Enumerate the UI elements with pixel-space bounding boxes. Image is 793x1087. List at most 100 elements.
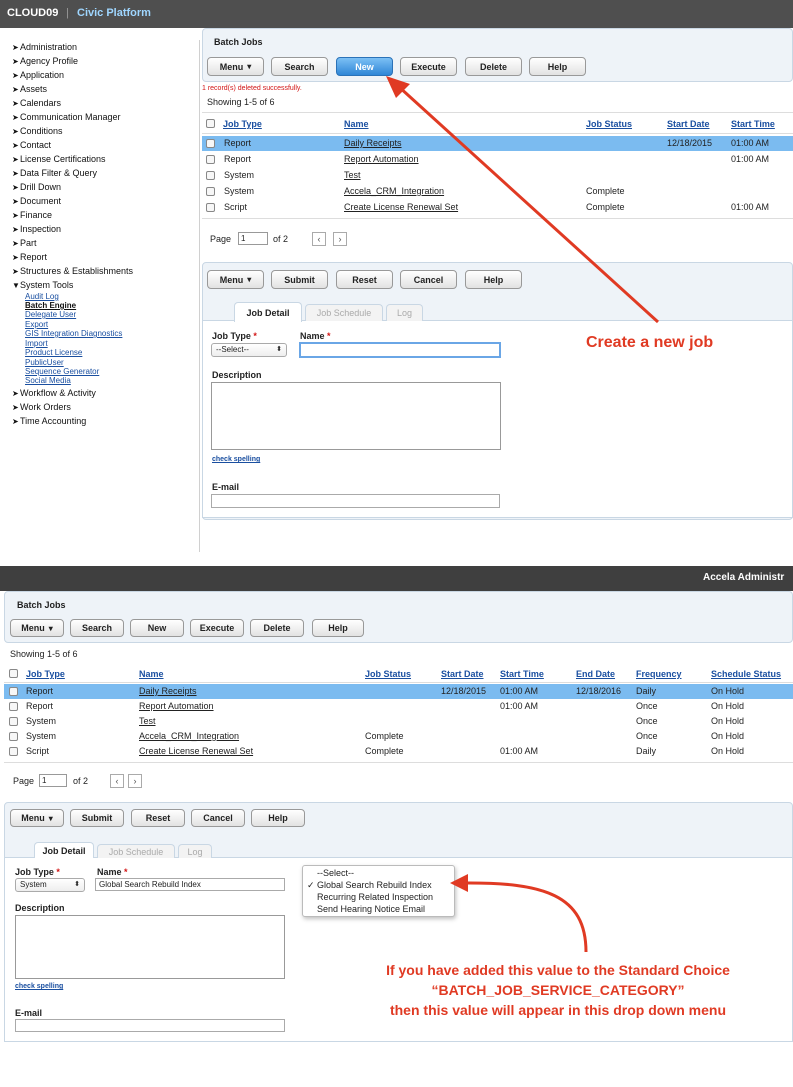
sidebar-item-work-orders[interactable]: ➤Work Orders [12,402,71,412]
sidebar-item-report[interactable]: ➤Report [12,252,47,262]
dropdown-option[interactable]: --Select-- [317,868,354,878]
row-checkbox[interactable] [9,687,18,696]
row-checkbox[interactable] [9,702,18,711]
sidebar-sub-batch-engine[interactable]: Batch Engine [25,301,76,310]
tab-job-schedule[interactable]: Job Schedule [305,304,383,321]
select-all-checkbox[interactable] [206,119,215,128]
execute-button[interactable]: Execute [190,619,244,637]
col-header-name[interactable]: Name [139,669,164,679]
dropdown-option[interactable]: Recurring Related Inspection [317,892,433,902]
select-all-checkbox[interactable] [9,669,18,678]
col-header-start-date[interactable]: Start Date [667,119,710,129]
sidebar-item-communication-manager[interactable]: ➤Communication Manager [12,112,121,122]
cell-name-link[interactable]: Daily Receipts [139,686,197,696]
col-header-job-type[interactable]: Job Type [26,669,65,679]
col-header-end-date[interactable]: End Date [576,669,615,679]
sidebar-item-finance[interactable]: ➤Finance [12,210,52,220]
dropdown-option-selected[interactable]: Global Search Rebuild Index [317,880,432,890]
row-checkbox[interactable] [9,732,18,741]
check-spelling-link[interactable]: check spelling [15,983,63,990]
search-button[interactable]: Search [70,619,124,637]
cancel-button[interactable]: Cancel [191,809,245,827]
row-checkbox[interactable] [9,747,18,756]
page-input[interactable]: 1 [39,774,67,787]
sidebar-sub-gis-diagnostics[interactable]: GIS Integration Diagnostics [25,329,122,338]
col-header-start-time[interactable]: Start Time [500,669,544,679]
description-textarea[interactable] [211,382,501,450]
sidebar-item-structures[interactable]: ➤Structures & Establishments [12,266,133,276]
row-checkbox[interactable] [206,155,215,164]
sidebar-item-agency-profile[interactable]: ➤Agency Profile [12,56,78,66]
sidebar-item-contact[interactable]: ➤Contact [12,140,51,150]
sidebar-item-inspection[interactable]: ➤Inspection [12,224,61,234]
check-spelling-link[interactable]: check spelling [212,456,260,463]
sidebar-item-application[interactable]: ➤Application [12,70,64,80]
help-button[interactable]: Help [251,809,305,827]
sidebar-sub-publicuser[interactable]: PublicUser [25,358,64,367]
page-input[interactable]: 1 [238,232,268,245]
col-header-job-status[interactable]: Job Status [365,669,411,679]
next-page-icon[interactable]: › [333,232,347,246]
sidebar-item-workflow[interactable]: ➤Workflow & Activity [12,388,96,398]
cell-name-link[interactable]: Create License Renewal Set [139,746,253,756]
tab-job-schedule[interactable]: Job Schedule [97,844,175,858]
table-row[interactable] [4,684,793,699]
tab-log[interactable]: Log [178,844,212,858]
sidebar-item-administration[interactable]: ➤Administration [12,42,77,52]
col-header-start-time[interactable]: Start Time [731,119,775,129]
delete-button[interactable]: Delete [250,619,304,637]
sidebar-item-calendars[interactable]: ➤Calendars [12,98,61,108]
sidebar-item-assets[interactable]: ➤Assets [12,84,47,94]
prev-page-icon[interactable]: ‹ [110,774,124,788]
col-header-frequency[interactable]: Frequency [636,669,682,679]
row-checkbox[interactable] [206,139,215,148]
email-field[interactable] [15,1019,285,1032]
row-checkbox[interactable] [206,187,215,196]
new-button[interactable]: New [130,619,184,637]
email-field[interactable] [211,494,500,508]
sidebar-sub-delegate-user[interactable]: Delegate User [25,310,76,319]
sidebar-item-document[interactable]: ➤Document [12,196,61,206]
prev-page-icon[interactable]: ‹ [312,232,326,246]
sidebar-item-drill-down[interactable]: ➤Drill Down [12,182,61,192]
menu-button[interactable]: Menu ▾ [10,619,64,637]
sidebar-sub-audit-log[interactable]: Audit Log [25,292,59,301]
cell-name-link[interactable]: Test [344,170,361,180]
row-checkbox[interactable] [9,717,18,726]
dropdown-option[interactable]: Send Hearing Notice Email [317,904,425,914]
col-header-start-date[interactable]: Start Date [441,669,484,679]
submit-button[interactable]: Submit [271,270,328,289]
submit-button[interactable]: Submit [70,809,124,827]
sidebar-item-system-tools[interactable]: ▼System Tools [12,280,73,290]
sidebar-item-license-certifications[interactable]: ➤License Certifications [12,154,106,164]
cell-name-link[interactable]: Report Automation [139,701,214,711]
help-button[interactable]: Help [312,619,364,637]
sidebar-item-time-accounting[interactable]: ➤Time Accounting [12,416,86,426]
row-checkbox[interactable] [206,171,215,180]
sidebar-item-part[interactable]: ➤Part [12,238,37,248]
cell-name-link[interactable]: Accela_CRM_Integration [139,731,239,741]
sidebar-sub-sequence-generator[interactable]: Sequence Generator [25,367,99,376]
menu-button[interactable]: Menu ▾ [207,270,264,289]
tab-job-detail[interactable]: Job Detail [234,302,302,322]
sidebar-sub-product-license[interactable]: Product License [25,348,82,357]
reset-button[interactable]: Reset [131,809,185,827]
row-checkbox[interactable] [206,203,215,212]
job-type-select[interactable]: --Select-- ⬍ [211,343,287,357]
col-header-schedule-status[interactable]: Schedule Status [711,669,781,679]
sidebar-sub-import[interactable]: Import [25,339,48,348]
name-field[interactable] [299,342,501,358]
search-button[interactable]: Search [271,57,328,76]
cell-name-link[interactable]: Test [139,716,156,726]
job-type-select[interactable]: System ⬍ [15,878,85,892]
next-page-icon[interactable]: › [128,774,142,788]
sidebar-item-data-filter[interactable]: ➤Data Filter & Query [12,168,97,178]
name-field[interactable]: Global Search Rebuild Index [95,878,285,891]
description-textarea[interactable] [15,915,285,979]
sidebar-sub-export[interactable]: Export [25,320,48,329]
sidebar-item-conditions[interactable]: ➤Conditions [12,126,63,136]
menu-button[interactable]: Menu ▾ [207,57,264,76]
col-header-name[interactable]: Name [344,119,369,129]
tab-job-detail[interactable]: Job Detail [34,842,94,858]
col-header-job-type[interactable]: Job Type [223,119,262,129]
